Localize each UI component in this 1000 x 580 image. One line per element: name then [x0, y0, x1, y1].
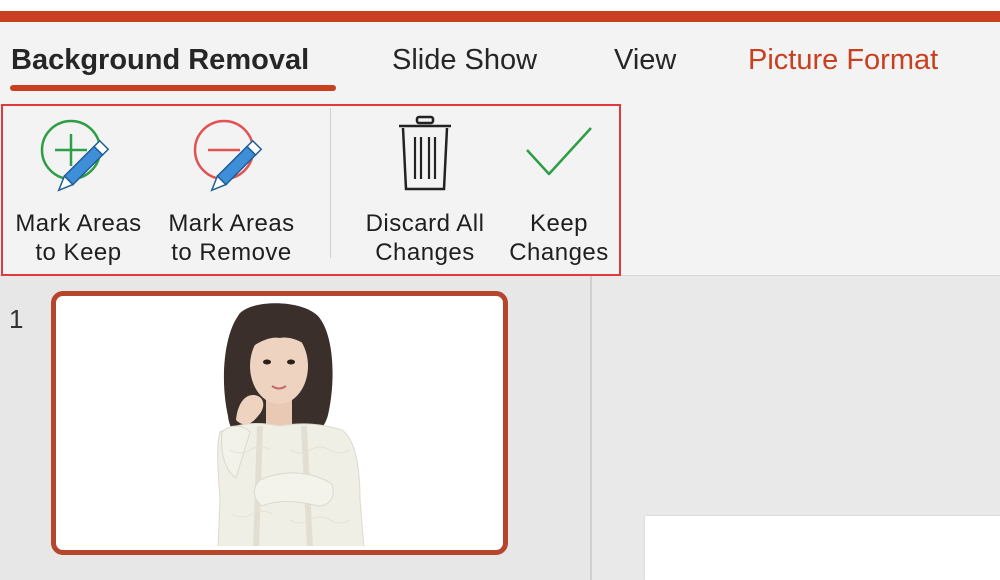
- ribbon-tabs: Background Removal Slide Show View Pictu…: [0, 22, 1000, 100]
- ribbon-separator: [330, 108, 331, 258]
- keep-changes-button[interactable]: Keep Changes: [500, 110, 618, 266]
- window-top-strip: [0, 0, 1000, 11]
- checkmark-icon: [526, 127, 592, 176]
- tab-view[interactable]: View: [614, 42, 676, 78]
- mark-areas-to-keep-button[interactable]: Mark Areas to Keep: [6, 110, 151, 266]
- trash-can-icon: [399, 115, 451, 191]
- mark-areas-to-keep-label: Mark Areas to Keep: [15, 210, 142, 266]
- slide-canvas[interactable]: [645, 516, 1000, 580]
- person-photo: [217, 303, 365, 546]
- active-tab-underline: [10, 85, 336, 91]
- mark-areas-to-remove-button[interactable]: Mark Areas to Remove: [159, 110, 304, 266]
- tab-picture-format[interactable]: Picture Format: [748, 42, 938, 78]
- minus-circle-pencil-icon: [193, 119, 262, 192]
- accent-bar: [0, 11, 1000, 22]
- discard-all-changes-label: Discard All Changes: [365, 210, 485, 266]
- tab-background-removal[interactable]: Background Removal: [11, 42, 309, 78]
- mark-areas-to-remove-label: Mark Areas to Remove: [168, 210, 295, 266]
- slide-thumbnail-content: [60, 300, 499, 546]
- discard-all-changes-button[interactable]: Discard All Changes: [354, 110, 496, 266]
- plus-circle-pencil-icon: [40, 119, 109, 192]
- keep-changes-label: Keep Changes: [509, 210, 609, 266]
- tab-slide-show[interactable]: Slide Show: [392, 42, 537, 78]
- slide-thumbnail[interactable]: [51, 291, 508, 555]
- slide-number: 1: [9, 304, 24, 334]
- ribbon-toolbar: Mark Areas to Keep Mark Areas to Remove …: [0, 100, 1000, 276]
